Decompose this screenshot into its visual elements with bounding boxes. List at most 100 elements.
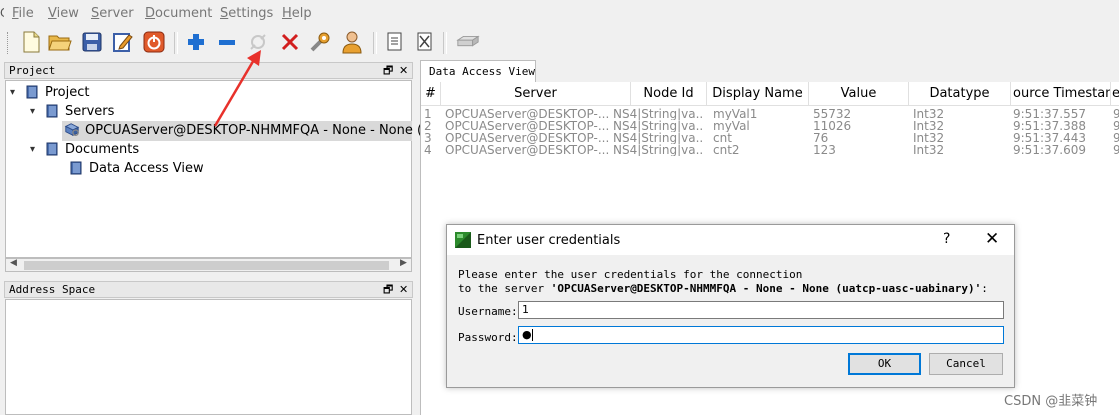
- username-value: 1: [522, 303, 529, 316]
- cell-extra: 9: [1113, 144, 1119, 156]
- column-header[interactable]: ource Timestam: [1011, 82, 1111, 106]
- cancel-button[interactable]: Cancel: [929, 353, 1003, 375]
- menu-view-mnemonic: V: [48, 6, 57, 21]
- power-icon[interactable]: [142, 30, 166, 54]
- address-space-header: Address Space 🗗 ✕: [4, 281, 413, 298]
- scroll-left-icon[interactable]: ◀: [10, 258, 17, 268]
- column-header[interactable]: Server: [441, 82, 631, 106]
- new-document-icon[interactable]: [19, 30, 43, 54]
- chevron-down-icon[interactable]: ▾: [30, 106, 44, 117]
- menu-file[interactable]: File: [12, 6, 34, 21]
- properties-icon[interactable]: [308, 30, 332, 54]
- table-row[interactable]: 1 OPCUAServer@DESKTOP-... NS4|String|va.…: [421, 108, 1119, 120]
- menu-bar: C File View Server Document Settings Hel…: [0, 0, 1119, 26]
- menu-document-mnemonic: D: [145, 6, 156, 21]
- cell-extra: 9: [1113, 108, 1119, 120]
- ok-button-label: OK: [877, 357, 892, 370]
- user-icon[interactable]: [340, 30, 364, 54]
- menu-document[interactable]: Document: [145, 6, 212, 21]
- report-icon[interactable]: [383, 30, 407, 54]
- column-header[interactable]: Value: [809, 82, 909, 106]
- table-row[interactable]: 4 OPCUAServer@DESKTOP-... NS4|String|va.…: [421, 144, 1119, 156]
- cell-value: 123: [813, 144, 836, 156]
- column-header[interactable]: e: [1111, 82, 1119, 106]
- cell-server: OPCUAServer@DESKTOP-...: [445, 132, 610, 144]
- menu-view[interactable]: View: [48, 6, 79, 21]
- tree-node-label: Data Access View: [89, 160, 204, 176]
- message-suffix: :: [981, 282, 988, 295]
- server-connection-icon: [64, 122, 80, 138]
- tab-data-access-view[interactable]: Data Access View: [420, 60, 536, 82]
- edit-icon[interactable]: [111, 30, 135, 54]
- cell-value: 11026: [813, 120, 852, 132]
- cell-node-id: NS4|String|va...: [613, 144, 703, 156]
- toolbar-grip[interactable]: [7, 32, 11, 54]
- menu-help[interactable]: Help: [282, 6, 312, 21]
- delete-report-icon[interactable]: [413, 30, 437, 54]
- restore-icon[interactable]: 🗗: [383, 282, 393, 297]
- cell-datatype: Int32: [913, 144, 945, 156]
- close-icon[interactable]: ✕: [985, 229, 999, 249]
- table-row[interactable]: 2 OPCUAServer@DESKTOP-... NS4|String|va.…: [421, 120, 1119, 132]
- horizontal-scrollbar[interactable]: ◀ ▶: [5, 258, 412, 272]
- row-number: 1: [424, 108, 432, 120]
- annotation-arrow-head: [247, 50, 261, 66]
- tree-node-servers[interactable]: ▾ Servers: [30, 103, 114, 119]
- book-icon: [68, 160, 84, 176]
- cell-node-id: NS4|String|va...: [613, 120, 703, 132]
- chevron-down-icon[interactable]: ▾: [30, 144, 44, 155]
- book-icon: [24, 84, 40, 100]
- watermark: CSDN @韭菜钟: [1004, 394, 1098, 409]
- row-number: 3: [424, 132, 432, 144]
- close-icon[interactable]: ✕: [399, 282, 408, 297]
- scrollbar-thumb[interactable]: [24, 261, 389, 270]
- cell-value: 76: [813, 132, 829, 144]
- ok-button[interactable]: OK: [848, 353, 921, 375]
- password-field[interactable]: ●: [518, 326, 1004, 344]
- column-header[interactable]: Datatype: [909, 82, 1011, 106]
- annotation-arrow-shaft: [213, 57, 257, 127]
- cell-datatype: Int32: [913, 132, 945, 144]
- column-header[interactable]: Node Id: [631, 82, 707, 106]
- tree-node-data-access-view[interactable]: Data Access View: [68, 160, 204, 176]
- tree-node-documents[interactable]: ▾ Documents: [30, 141, 139, 157]
- restore-icon[interactable]: 🗗: [383, 63, 393, 78]
- menu-view-label: iew: [56, 6, 79, 21]
- password-label: Password:: [458, 331, 518, 344]
- dialog-message-line2: to the server 'OPCUAServer@DESKTOP-NHMMF…: [458, 282, 988, 295]
- password-value: ●: [522, 328, 532, 341]
- cell-extra: 9: [1113, 120, 1119, 132]
- cancel-button-label: Cancel: [946, 357, 986, 370]
- dialog-title: Enter user credentials: [477, 233, 621, 248]
- cell-datatype: Int32: [913, 120, 945, 132]
- close-icon[interactable]: ✕: [399, 63, 408, 78]
- help-icon[interactable]: ?: [943, 231, 950, 247]
- cell-display-name: myVal1: [713, 108, 758, 120]
- column-header[interactable]: Display Name: [707, 82, 809, 106]
- cell-source-timestamp: 9:51:37.609: [1013, 144, 1086, 156]
- menu-settings[interactable]: Settings: [220, 6, 273, 21]
- disconnect-icon[interactable]: [278, 30, 302, 54]
- username-field[interactable]: 1: [518, 301, 1004, 319]
- menu-help-mnemonic: H: [282, 6, 292, 21]
- menu-server-label: erver: [99, 6, 134, 21]
- cell-source-timestamp: 9:51:37.443: [1013, 132, 1086, 144]
- tree-node-label: Servers: [65, 103, 115, 119]
- menu-server[interactable]: Server: [91, 6, 134, 21]
- server-icon[interactable]: [456, 30, 480, 54]
- save-icon[interactable]: [80, 30, 104, 54]
- toolbar-separator: [174, 32, 178, 54]
- cell-node-id: NS4|String|va...: [613, 108, 703, 120]
- chevron-down-icon[interactable]: ▾: [10, 87, 24, 98]
- cell-display-name: cnt: [713, 132, 732, 144]
- tree-node-project[interactable]: ▾ Project: [10, 84, 89, 100]
- username-label: Username:: [458, 305, 518, 318]
- toolbar: [0, 26, 1119, 60]
- annotation-arrow: [213, 50, 261, 127]
- column-header[interactable]: #: [421, 82, 441, 106]
- dialog-title-bar: Enter user credentials ? ✕: [447, 225, 1014, 255]
- open-folder-icon[interactable]: [48, 30, 72, 54]
- scroll-right-icon[interactable]: ▶: [400, 258, 407, 268]
- table-row[interactable]: 3 OPCUAServer@DESKTOP-... NS4|String|va.…: [421, 132, 1119, 144]
- row-number: 4: [424, 144, 432, 156]
